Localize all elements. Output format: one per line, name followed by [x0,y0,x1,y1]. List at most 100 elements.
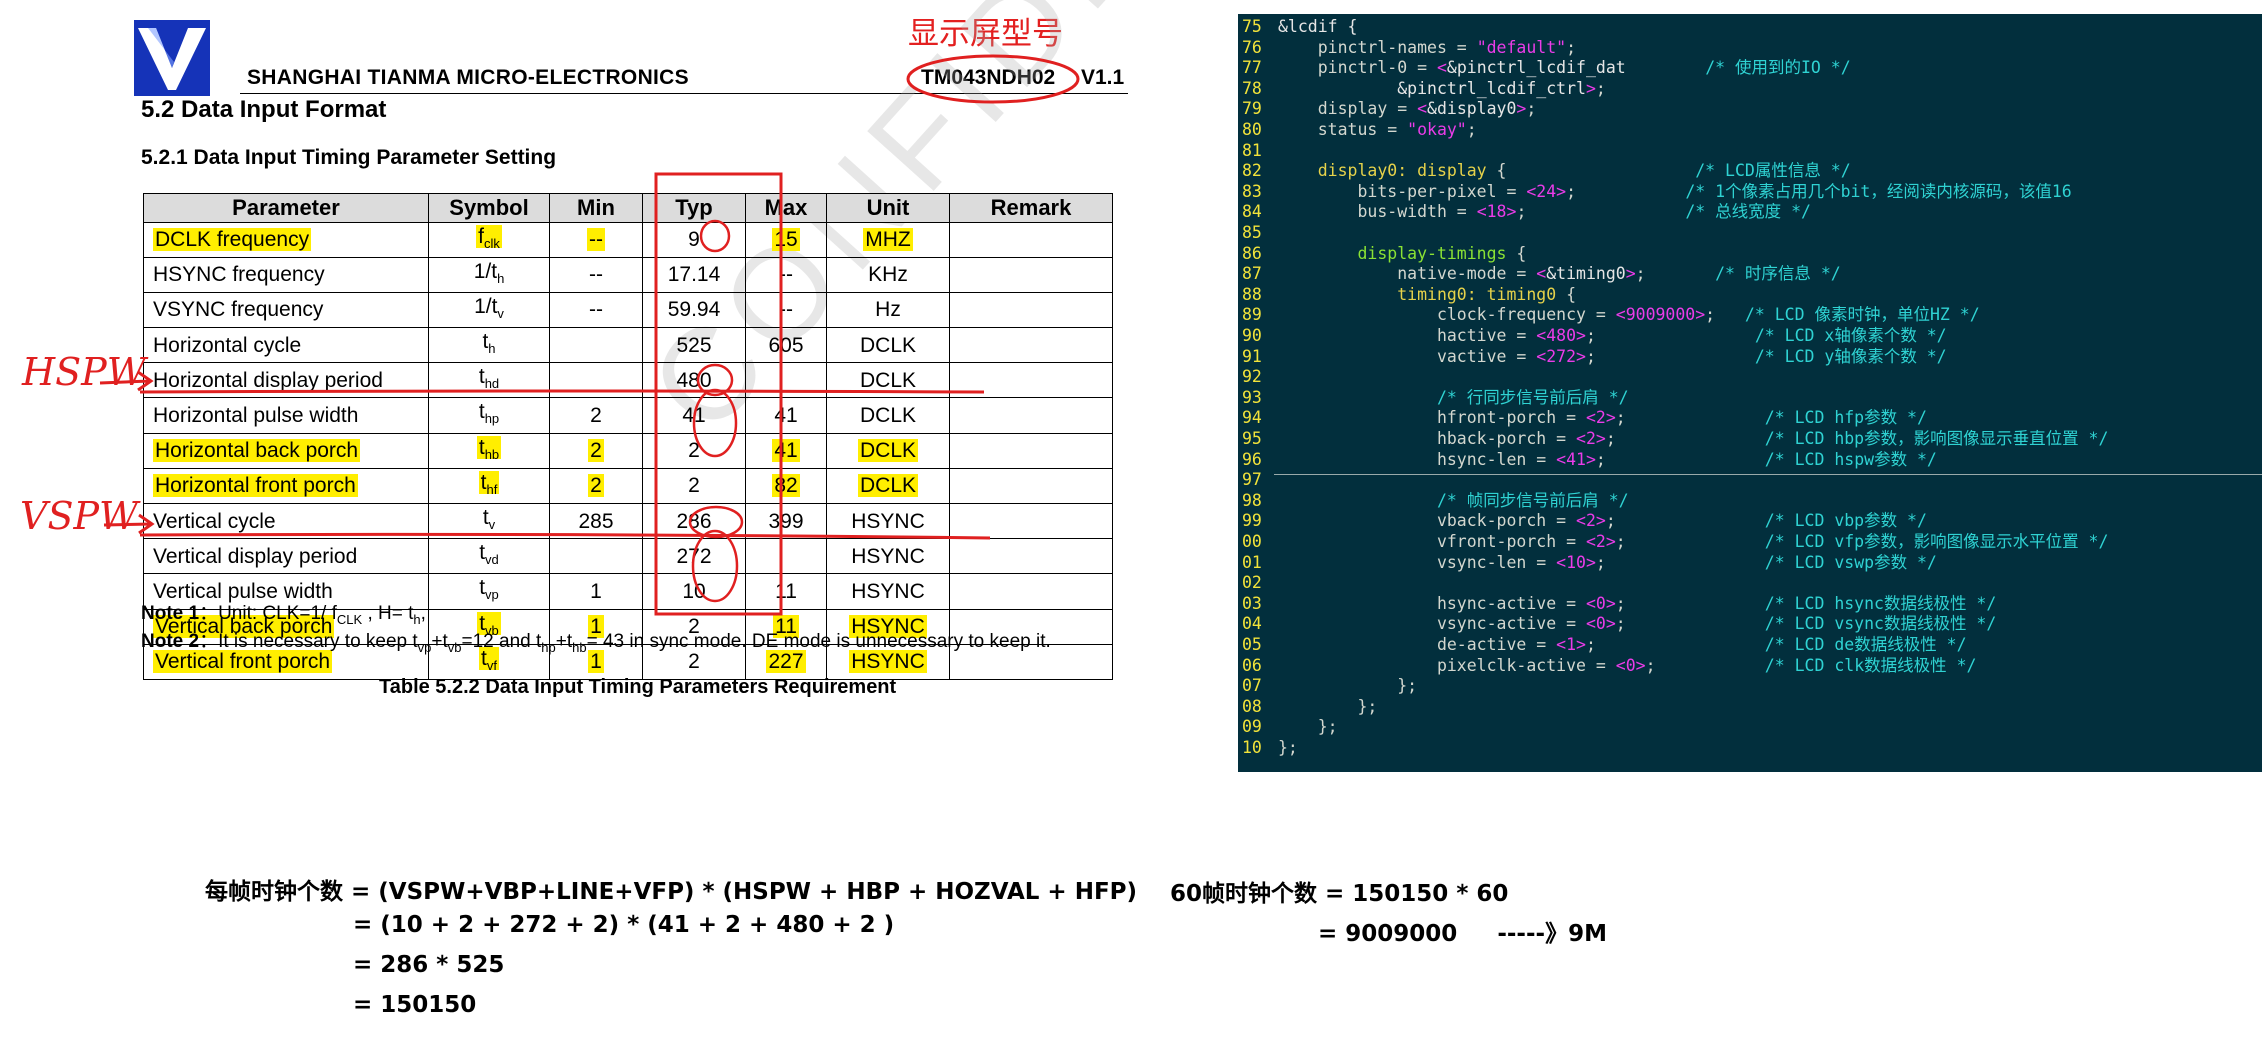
code-line: 07 }; [1238,675,1417,696]
code-token: <10> [1556,552,1596,572]
code-token: ; [1635,264,1646,284]
formula-clock-per-frame: 每帧时钟个数 = (VSPW+VBP+LINE+VFP) * (HSPW + H… [205,879,1138,905]
code-token: hsync-active = [1278,593,1586,613]
code-token: > [1516,99,1527,119]
code-line: 79 display = <&display0>; [1238,98,1536,119]
code-token: &pinctrl_lcdif_dat [1446,58,1626,78]
code-token: < [1436,58,1447,78]
code-token: vfront-porch = [1278,532,1586,551]
code-line: 93 /* 行同步信号前后肩 */ [1238,387,1629,408]
code-token: de-active = [1278,635,1557,654]
code-line: 86 display-timings { [1238,243,1526,264]
code-token: /* 1个像素占用几个bit，经阅读内核源码，该值16 [1685,181,2072,201]
code-line: 05 de-active = <1>; /* LCD de数据线极性 */ [1238,634,1967,655]
code-token: ; [1605,429,1616,448]
line-number: 83 [1242,181,1262,201]
code-token: display0: display [1278,161,1497,181]
code-line: 06 pixelclk-active = <0>; /* LCD clk数据线极… [1238,655,1976,676]
line-number: 97 [1242,470,1262,490]
code-token: bits-per-pixel = [1278,181,1527,201]
code-line: 99 vback-porch = <2>; /* LCD vbp参数 */ [1238,510,1927,531]
code-token: ; [1585,326,1596,345]
code-token: /* 时序信息 */ [1715,264,1841,284]
code-token: /* LCD hspw参数 */ [1764,449,1937,469]
line-number: 05 [1242,635,1262,654]
line-number: 76 [1242,37,1262,57]
code-line: 02 [1238,572,1278,593]
code-token: <2> [1585,408,1616,428]
code-line: 09 }; [1238,716,1338,737]
code-line: 04 vsync-active = <0>; /* LCD vsync数据线极性… [1238,613,1996,634]
code-token: pinctrl-names = [1278,37,1477,57]
line-number: 06 [1242,655,1262,675]
formula-step-2: = 286 * 525 [353,952,505,978]
code-line: 88 timing0: timing0 { [1238,284,1576,305]
line-number: 86 [1242,243,1262,263]
code-token: { [1516,243,1527,263]
code-token: vsync-len = [1278,552,1557,572]
line-number: 95 [1242,429,1262,448]
code-token: &display0 [1427,99,1517,119]
code-token: ; [1615,614,1626,634]
hspw-underline [139,389,985,394]
code-token: native-mode = [1278,264,1537,284]
code-token: <272> [1536,346,1586,366]
code-token: /* LCD属性信息 */ [1695,161,1851,181]
line-number: 99 [1242,511,1262,531]
code-token: /* LCD hsync数据线极性 */ [1764,593,1997,613]
line-number: 98 [1242,490,1262,510]
code-line: 10}; [1238,737,1298,758]
line-number: 93 [1242,387,1262,407]
code-token: }; [1278,717,1338,737]
vspw-underline [139,532,991,540]
line-number: 77 [1242,58,1262,78]
code-line: 80 status = "okay"; [1238,119,1477,140]
code-token: ; [1705,305,1716,325]
line-number: 88 [1242,284,1262,304]
code-token: }; [1278,738,1298,757]
code-token: /* LCD hfp参数 */ [1764,408,1927,428]
code-token: <24> [1526,181,1567,201]
vspw-handwritten-label: VSPW [20,494,139,538]
code-token: "default" [1476,37,1567,57]
code-token: /* 总线宽度 */ [1685,202,1811,222]
line-number: 92 [1242,367,1262,387]
code-token: /* LCD vfp参数，影响图像显示水平位置 */ [1764,532,2109,551]
code-token: <2> [1576,511,1606,531]
code-token: }; [1278,696,1378,716]
hspw-handwritten-label: HSPW [22,350,146,394]
line-number: 08 [1242,696,1262,716]
code-token: /* LCD hbp参数，影响图像显示垂直位置 */ [1764,429,2109,448]
code-token: /* 行同步信号前后肩 */ [1436,387,1629,407]
code-token: vback-porch = [1278,511,1577,531]
code-token: /* LCD vbp参数 */ [1764,511,1927,531]
code-line: 76 pinctrl-names = "default"; [1238,37,1576,58]
code-token: }; [1278,676,1418,696]
code-line: 98 /* 帧同步信号前后肩 */ [1238,490,1629,511]
code-line: 89 clock-frequency = <9009000>; /* LCD 像… [1238,304,1980,325]
code-token: ; [1585,346,1596,366]
code-line: 92 [1238,366,1278,387]
code-token: /* LCD clk数据线极性 */ [1764,655,1977,675]
code-line: 82 display0: display { /* LCD属性信息 */ [1238,160,1851,181]
code-token: { [1566,284,1577,304]
code-token: <0> [1585,593,1616,613]
line-number: 75 [1242,17,1262,36]
line-number: 80 [1242,120,1262,139]
code-token: &timing0 [1546,264,1626,284]
line-number: 94 [1242,408,1262,428]
code-token: < [1417,99,1428,119]
code-token: &pinctrl_lcdif_ctrl [1397,78,1586,98]
line-number: 03 [1242,593,1262,613]
code-token: /* LCD x轴像素个数 */ [1754,326,1947,345]
